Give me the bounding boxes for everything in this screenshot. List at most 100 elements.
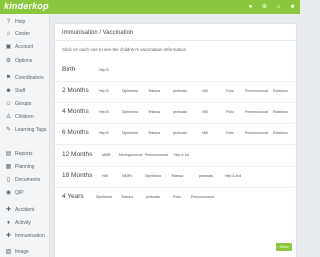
vaccine-link[interactable]: pertussis [173,89,187,93]
sidebar-item-coordinators[interactable]: ⚑ Coordinators [0,73,50,85]
vaccine-link[interactable]: Tetanus [121,195,133,199]
vaccine-link[interactable]: HIB [202,89,208,93]
account-icon: ▣ [5,44,12,50]
share-icon: ⚑ [5,75,12,81]
top-icons: ● ⚙ ⌂ ☻ [247,0,296,14]
sidebar-item-children[interactable]: ♙ Children [0,112,50,124]
app-logo[interactable]: kinderkop [4,1,49,11]
vaccine-link[interactable]: Rotavirus [273,131,288,135]
vaccine-link[interactable]: MMRV [122,174,133,178]
vaccine-link[interactable]: Hep A 2nd [225,174,241,178]
image-icon: ▨ [5,249,12,255]
sidebar-item-label: QIP [15,190,24,196]
user-icon[interactable]: ☻ [289,4,296,11]
vaccine-link[interactable]: Hep A 1st [174,153,189,157]
vaccine-link[interactable]: MMR [102,153,110,157]
sidebar-item-immunisation[interactable]: ✚ Immunisation [0,231,50,243]
vaccine-link[interactable]: Polio [226,110,234,114]
page-title: Immunisation / Vaccination [62,30,134,36]
sidebar-item-label: Learning Tags [15,127,47,133]
vaccine-link[interactable]: Pneumococcal [145,153,168,157]
vaccine-link[interactable]: Meningococcal [119,153,142,157]
row-divider [55,166,298,167]
vaccine-link[interactable]: HIB [202,110,208,114]
sidebar-item-label: Planning [15,164,35,170]
sidebar-item-label: Immunisation [15,233,45,239]
help-icon: ? [6,19,11,25]
child-icon: ♙ [5,114,12,120]
vaccine-link[interactable]: Rotavirus [273,110,288,114]
vaccine-link[interactable]: Pneumococcal [245,131,268,135]
sidebar-item-label: Accident [15,207,35,213]
gear-icon: ⚙ [5,58,12,64]
row-divider [55,102,298,103]
activity-icon: ♦ [6,220,11,226]
age-label: 4 Years [62,193,84,200]
vaccine-link[interactable]: pertussis [173,110,187,114]
bell-icon[interactable]: ● [247,4,254,11]
vaccine-link[interactable]: Pneumococcal [245,89,268,93]
age-row-6-months: 6 Months Hep B Diphtheria Tetanus pertus… [55,129,298,145]
sidebar-item-activity[interactable]: ♦ Activity [0,218,50,230]
sidebar-item-groups[interactable]: ☺ Groups [0,99,50,111]
age-label: 2 Months [62,87,89,94]
sidebar-item-label: Center [15,31,31,37]
sidebar-item-planning[interactable]: ▦ Planning [0,162,50,174]
vaccine-link[interactable]: Tetanus [171,174,183,178]
vaccine-link[interactable]: Polio [226,89,234,93]
vaccine-link[interactable]: Hep B [99,110,109,114]
age-row-18-months: 18 Months HIB MMRV Diphtheria Tetanus pe… [55,172,298,188]
accident-icon: ✚ [5,207,12,213]
sidebar-item-label: Coordinators [15,75,44,81]
vaccine-link[interactable]: HIB [202,131,208,135]
sidebar-item-learning-tags[interactable]: ✎ Learning Tags [0,125,50,141]
sidebar-item-options[interactable]: ⚙ Options [0,56,50,68]
sidebar-item-center[interactable]: ⌂ Center [0,29,50,41]
vaccine-link[interactable]: Tetanus [148,110,160,114]
qip-icon: ◉ [5,190,12,196]
age-label: Birth [62,66,76,73]
age-label: 6 Months [62,129,89,136]
vaccine-link[interactable]: Hep B [99,89,109,93]
sidebar-item-documents[interactable]: ▯ Documents [0,175,50,187]
vaccine-link[interactable]: Hep B [99,68,109,72]
vaccine-link[interactable]: Diphtheria [96,195,112,199]
gear-icon[interactable]: ⚙ [261,4,268,11]
vaccine-link[interactable]: pertussis [173,131,187,135]
age-row-4-months: 4 Months Hep B Diphtheria Tetanus pertus… [55,108,298,124]
vaccine-link[interactable]: Tetanus [148,131,160,135]
sidebar-item-label: Options [15,58,33,64]
sidebar-item-staff[interactable]: ☻ Staff [0,86,50,98]
age-label: 4 Months [62,108,89,115]
vaccine-link[interactable]: pertussis [199,174,213,178]
sidebar-item-help[interactable]: ? Help [0,17,50,29]
sidebar-item-label: Staff [15,88,26,94]
sidebar-item-reports[interactable]: ▤ Reports [0,149,50,161]
vaccine-link[interactable]: Diphtheria [122,110,138,114]
vaccine-link[interactable]: Pneumococcal [191,195,214,199]
staff-icon: ☻ [5,88,12,94]
vaccine-link[interactable]: Polio [173,195,181,199]
row-divider [55,123,298,124]
sidebar-item-label: Reports [15,151,33,157]
home-icon[interactable]: ⌂ [275,4,282,11]
sidebar-item-image[interactable]: ▨ Image [0,247,50,257]
sidebar-item-accident[interactable]: ✚ Accident [0,205,50,217]
sidebar-item-qip[interactable]: ◉ QIP [0,188,50,200]
vaccine-link[interactable]: Tetanus [148,89,160,93]
age-row-4-years: 4 Years Diphtheria Tetanus pertussis Pol… [55,193,298,206]
row-divider [55,81,298,82]
vaccine-link[interactable]: Diphtheria [122,131,138,135]
age-row-birth: Birth Hep B [55,66,298,82]
vaccine-link[interactable]: Rotavirus [273,89,288,93]
vaccine-link[interactable]: Polio [226,131,234,135]
vaccine-link[interactable]: HIB [102,174,108,178]
sidebar-item-account[interactable]: ▣ Account [0,42,50,54]
vaccine-link[interactable]: Diphtheria [145,174,161,178]
vaccine-link[interactable]: Hep B [99,131,109,135]
vaccine-link[interactable]: pertussis [146,195,160,199]
vaccine-link[interactable]: Pneumococcal [245,110,268,114]
save-button[interactable]: Save [276,243,292,251]
vaccine-link[interactable]: Diphtheria [122,89,138,93]
reports-icon: ▤ [5,151,12,157]
